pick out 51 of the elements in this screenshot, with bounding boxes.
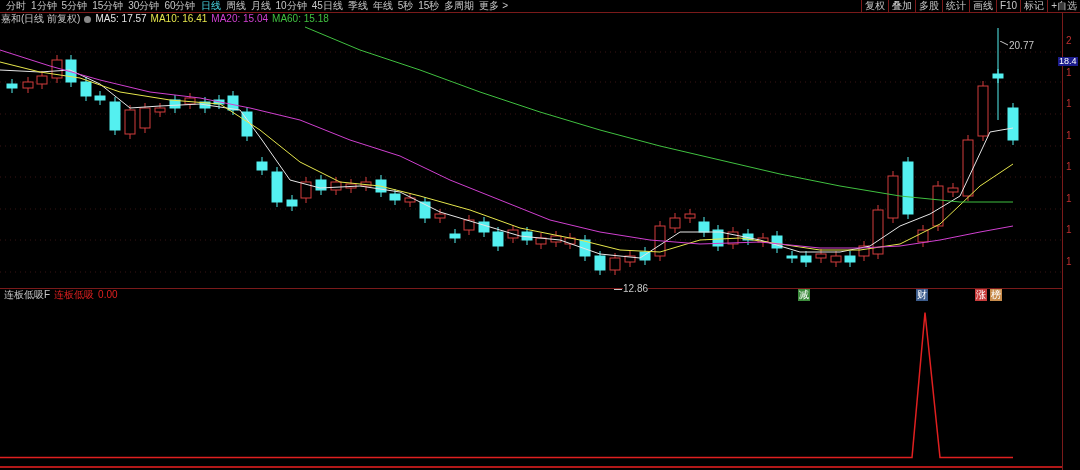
axis-label: 2 <box>1066 36 1073 46</box>
timeframe-tab[interactable]: 15分钟 <box>92 1 124 11</box>
timeframe-tab[interactable]: 年线 <box>372 1 393 11</box>
leader-line <box>1000 41 1008 46</box>
timeframe-tab[interactable]: 季线 <box>347 1 368 11</box>
timeframe-tab[interactable]: 日线 <box>200 1 221 11</box>
moving-average-value: MA20: 15.04 <box>211 14 269 24</box>
toolbar-button[interactable]: 标记 <box>1020 0 1048 12</box>
toolbar-button[interactable]: F10 <box>995 0 1021 12</box>
timeframe-tab[interactable]: 周线 <box>225 1 246 11</box>
toolbar-button[interactable]: 复权 <box>860 0 888 12</box>
leader-line <box>614 288 622 291</box>
signal-tag: 财 <box>916 289 928 301</box>
axis-label: 1 <box>1066 256 1072 267</box>
axis-label: 1 <box>1066 99 1072 109</box>
signal-tag: 涨 <box>975 289 987 301</box>
timeframe-tab[interactable]: 多周期 <box>444 1 475 11</box>
stock-title: 嘉和(日线 前复权) <box>1 14 81 24</box>
low-price-label: 12.86 <box>623 284 649 294</box>
timeframe-tab[interactable]: 1分钟 <box>31 1 57 11</box>
moving-average-value: MA60: 15.18 <box>272 14 329 24</box>
signal-tag: 减 <box>798 289 810 301</box>
moving-average-value: MA10: 16.41 <box>150 14 208 24</box>
timeframe-tab[interactable]: 30分钟 <box>128 1 160 11</box>
high-price-label: 20.77 <box>1009 41 1035 51</box>
timeframe-tab[interactable]: 月线 <box>250 1 271 11</box>
toolbar-button[interactable]: 统计 <box>941 0 969 12</box>
current-price-badge: 18.4 <box>1058 57 1078 66</box>
moving-average-value: MA5: 17.57 <box>95 14 147 24</box>
indicator-name: 连板低吸F <box>4 290 51 300</box>
axis-label: 1 <box>1066 193 1072 204</box>
axis-label: 1 <box>1066 225 1072 235</box>
timeframe-tab[interactable]: 分时 <box>6 1 26 11</box>
timeframe-tab[interactable]: 5秒 <box>397 1 414 11</box>
axis-label: 1 <box>1066 162 1072 172</box>
indicator-series-label: 连板低吸 <box>54 290 95 300</box>
toolbar-button[interactable]: 叠加 <box>887 0 915 12</box>
timeframe-tab[interactable]: 10分钟 <box>275 1 307 11</box>
axis-label: 1 <box>1066 130 1072 141</box>
toolbar-button[interactable]: 画线 <box>968 0 996 12</box>
indicator-value: 0.00 <box>98 290 118 300</box>
timeframe-tab[interactable]: 15秒 <box>418 1 440 11</box>
toolbar-button[interactable]: 多股 <box>914 0 942 12</box>
signal-tag: 榜 <box>990 289 1002 301</box>
timeframe-tab[interactable]: 更多 > <box>479 1 509 11</box>
timeframe-tab[interactable]: 45日线 <box>311 1 343 11</box>
axis-label: 1 <box>1066 67 1072 78</box>
timeframe-tab[interactable]: 5分钟 <box>61 1 88 11</box>
toolbar-button[interactable]: +自选 <box>1047 0 1080 12</box>
settings-icon[interactable] <box>84 15 92 23</box>
timeframe-tab[interactable]: 60分钟 <box>164 1 196 11</box>
